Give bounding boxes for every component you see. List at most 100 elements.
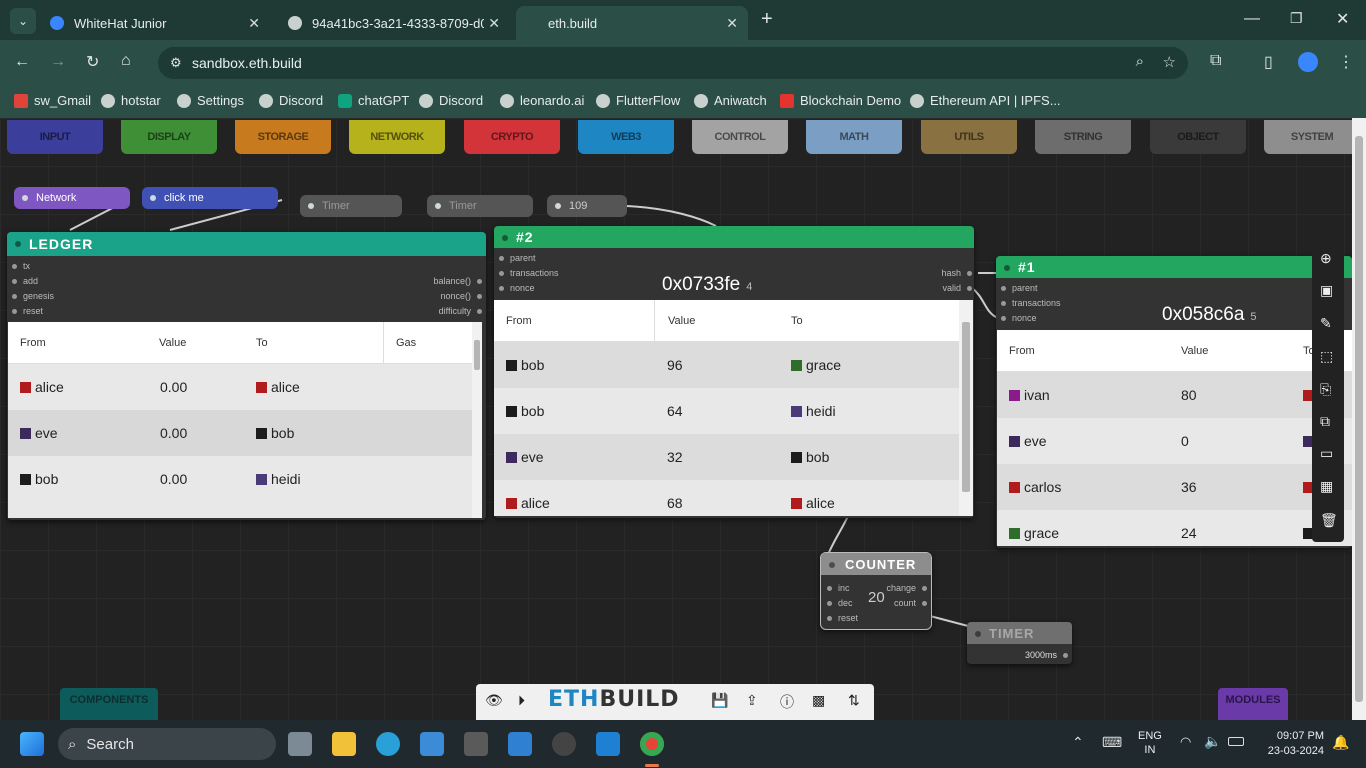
load-icon[interactable]: ⇪: [746, 692, 758, 709]
bookmark-blockchain-demo[interactable]: Blockchain Demo: [780, 93, 901, 108]
table-row[interactable]: alice 68 alice: [494, 480, 973, 516]
calculator-icon[interactable]: [288, 732, 312, 756]
block-2-node[interactable]: #2 parent transactions nonce hash valid …: [494, 226, 974, 518]
modules-tab[interactable]: MODULES: [1218, 688, 1288, 720]
block-input-parent[interactable]: parent: [1001, 283, 1038, 293]
ledger-output-difficulty[interactable]: difficulty: [439, 306, 482, 316]
scroll-thumb[interactable]: [1355, 136, 1363, 702]
play-icon[interactable]: ⏵: [518, 692, 525, 709]
block-1-table[interactable]: From Value To ivan 80 eve 0 carlos 36 gr…: [997, 330, 1352, 546]
window-close-icon[interactable]: ✕: [1336, 9, 1349, 29]
block-input-parent[interactable]: parent: [499, 253, 536, 263]
click-me-button-node[interactable]: click me: [142, 187, 278, 209]
reload-icon[interactable]: ↻: [86, 52, 99, 72]
block-output-valid[interactable]: valid: [942, 283, 972, 293]
category-system[interactable]: SYSTEM: [1264, 120, 1352, 154]
table-row[interactable]: eve 0.00 bob: [8, 410, 482, 456]
bookmark-ethereum-api[interactable]: Ethereum API | IPFS...: [910, 93, 1061, 108]
category-web3[interactable]: WEB3: [578, 120, 674, 154]
category-network[interactable]: NETWORK: [349, 120, 445, 154]
tab-ethbuild[interactable]: eth.build ✕: [516, 6, 748, 40]
close-icon[interactable]: ✕: [248, 15, 260, 32]
scroll-thumb[interactable]: [474, 340, 480, 370]
bookmark-star-icon[interactable]: ☆: [1163, 53, 1176, 71]
ledger-input-reset[interactable]: reset: [12, 306, 43, 316]
network-node[interactable]: Network: [14, 187, 130, 209]
bookmark-chatgpt[interactable]: chatGPT: [338, 93, 409, 108]
close-icon[interactable]: ✕: [488, 15, 500, 32]
bookmark-leonardo[interactable]: leonardo.ai: [500, 93, 584, 108]
bookmark-discord[interactable]: Discord: [259, 93, 323, 108]
add-node-icon[interactable]: ⊕: [1320, 250, 1332, 267]
wifi-icon[interactable]: ◠: [1180, 734, 1191, 750]
category-input[interactable]: INPUT: [7, 120, 103, 154]
grid-select-icon[interactable]: ▦: [1320, 478, 1333, 495]
taskbar-search[interactable]: ⌕ Search: [58, 728, 276, 760]
category-storage[interactable]: STORAGE: [235, 120, 331, 154]
table-row[interactable]: bob 0.00 heidi: [8, 456, 482, 502]
table-row[interactable]: bob 96 grace: [494, 342, 973, 388]
ledger-output-balance[interactable]: balance(): [433, 276, 482, 286]
ledger-node[interactable]: LEDGER tx add genesis reset balance() no…: [7, 232, 486, 520]
block-output-hash[interactable]: hash: [941, 268, 972, 278]
minecraft-icon[interactable]: [464, 732, 488, 756]
ethbuild-canvas[interactable]: INPUT DISPLAY STORAGE NETWORK CRYPTO WEB…: [0, 118, 1352, 720]
ethbuild-logo[interactable]: ETHBUILD: [548, 687, 680, 712]
copy-icon[interactable]: ⎘: [1320, 381, 1331, 398]
scroll-thumb[interactable]: [962, 322, 970, 492]
table-row[interactable]: grace 24: [997, 510, 1352, 546]
volume-icon[interactable]: 🔈: [1204, 733, 1221, 750]
back-icon[interactable]: ←: [14, 53, 30, 71]
table-row[interactable]: carlos 36: [997, 464, 1352, 510]
info-icon[interactable]: ⓘ: [780, 692, 794, 712]
ledger-input-tx[interactable]: tx: [12, 261, 30, 271]
bookmark-hotstar[interactable]: hotstar: [101, 93, 161, 108]
notification-bell-icon[interactable]: 🔔: [1332, 734, 1349, 751]
menu-icon[interactable]: ⋮: [1338, 52, 1354, 72]
chevron-up-icon[interactable]: ⌃: [1072, 734, 1084, 751]
eye-icon[interactable]: 👁: [485, 692, 503, 709]
counter-input-inc[interactable]: inc: [827, 583, 850, 593]
minimize-icon[interactable]: —: [1244, 10, 1260, 28]
zoom-icon[interactable]: ⌕: [1136, 53, 1144, 70]
block-input-transactions[interactable]: transactions: [1001, 298, 1061, 308]
table-row[interactable]: eve 0: [997, 418, 1352, 464]
bookmark-settings[interactable]: Settings: [177, 93, 244, 108]
save-icon[interactable]: 💾: [711, 692, 728, 709]
clock[interactable]: 09:07 PM 23-03-2024: [1260, 729, 1324, 759]
timer-output-value[interactable]: 3000ms: [1025, 650, 1068, 660]
dell-icon[interactable]: [552, 732, 576, 756]
battery-icon[interactable]: [1228, 737, 1244, 746]
table-row[interactable]: bob 64 heidi: [494, 388, 973, 434]
page-scrollbar[interactable]: [1352, 118, 1366, 720]
extensions-icon[interactable]: ⧉: [1210, 52, 1221, 70]
block-2-scrollbar[interactable]: [959, 300, 973, 516]
category-utils[interactable]: UTILS: [921, 120, 1017, 154]
block-input-transactions[interactable]: transactions: [499, 268, 559, 278]
counter-input-reset[interactable]: reset: [827, 613, 858, 623]
profile-icon[interactable]: [1298, 52, 1318, 72]
number-display-node[interactable]: 109: [547, 195, 627, 217]
category-object[interactable]: OBJECT: [1150, 120, 1246, 154]
close-icon[interactable]: ✕: [726, 15, 738, 32]
bookmark-gmail[interactable]: sw_Gmail: [14, 93, 91, 108]
tab-whitehat[interactable]: WhiteHat Junior ✕: [38, 6, 270, 40]
new-tab-button[interactable]: +: [761, 8, 773, 31]
keyboard-icon[interactable]: ⌨: [1102, 734, 1122, 751]
language-indicator[interactable]: ENG IN: [1138, 729, 1162, 757]
ledger-table[interactable]: From Value To Gas alice 0.00 alice eve 0…: [8, 322, 482, 518]
counter-node[interactable]: COUNTER inc dec reset 20 change count: [820, 552, 932, 630]
ledger-input-add[interactable]: add: [12, 276, 38, 286]
edge-icon[interactable]: [376, 732, 400, 756]
timer-node[interactable]: TIMER 3000ms: [967, 622, 1072, 664]
select-area-icon[interactable]: ⬚: [1320, 348, 1333, 365]
category-display[interactable]: DISPLAY: [121, 120, 217, 154]
counter-input-dec[interactable]: dec: [827, 598, 853, 608]
bookmark-aniwatch[interactable]: Aniwatch: [694, 93, 767, 108]
components-tab[interactable]: COMPONENTS: [60, 688, 158, 720]
image-icon[interactable]: ▣: [1320, 282, 1333, 299]
store-icon[interactable]: [420, 732, 444, 756]
file-explorer-icon[interactable]: [332, 732, 356, 756]
trash-icon[interactable]: 🗑: [1320, 512, 1338, 529]
counter-output-count[interactable]: count: [894, 598, 927, 608]
